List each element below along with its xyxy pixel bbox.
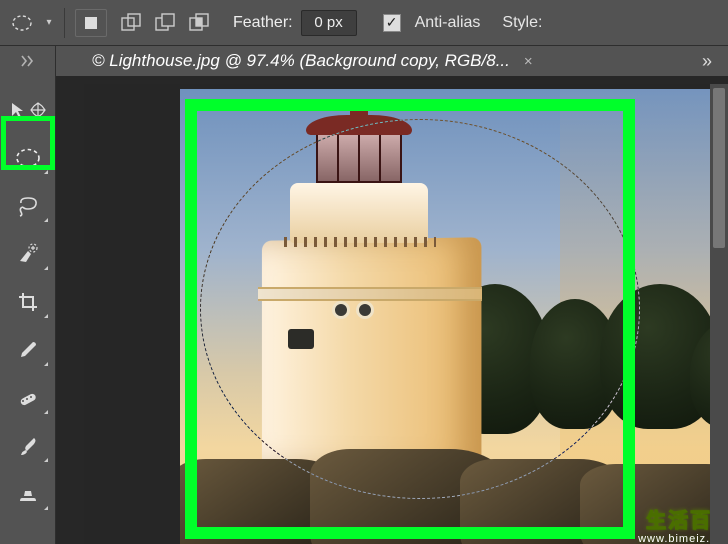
check-icon: ✓ <box>386 14 398 31</box>
watermark: 生活百科 www.bimeiz.com <box>638 504 718 544</box>
crop-tool-icon <box>17 291 39 313</box>
options-bar: ▾ Feather: ✓ Anti-alias <box>0 0 728 46</box>
document-tab[interactable]: © Lighthouse.jpg @ 97.4% (Background cop… <box>82 46 543 76</box>
toolbar-collapse-toggle[interactable] <box>0 46 56 76</box>
tool-preset-dropdown[interactable]: ▾ <box>44 17 54 28</box>
selection-mode-intersect[interactable] <box>187 11 211 35</box>
quick-selection-icon <box>16 242 40 266</box>
anti-alias-checkbox[interactable]: ✓ <box>383 14 401 32</box>
feather-label: Feather: <box>233 14 293 32</box>
brush-tool-icon <box>17 435 39 457</box>
double-chevron-right-icon <box>21 55 35 67</box>
lasso-tool[interactable] <box>4 186 52 226</box>
brush-tool[interactable] <box>4 426 52 466</box>
tab-overflow-button[interactable]: » <box>702 51 714 72</box>
document-title: © Lighthouse.jpg @ 97.4% (Background cop… <box>92 51 510 71</box>
selection-mode-new[interactable] <box>75 9 107 37</box>
watermark-url: www.bimeiz.com <box>638 533 718 544</box>
tool-row-move <box>4 90 52 130</box>
move-tool-icon <box>9 101 27 119</box>
vertical-scrollbar[interactable] <box>710 84 728 544</box>
lasso-tool-icon <box>16 195 40 217</box>
style-label: Style: <box>502 14 542 32</box>
tool-preset-picker[interactable] <box>8 9 36 37</box>
elliptical-marquee-icon <box>11 14 33 32</box>
eyedropper-tool-icon <box>17 339 39 361</box>
selection-add-icon <box>120 12 142 34</box>
move-tool[interactable] <box>8 97 28 123</box>
image-content: 生活百科 www.bimeiz.com <box>180 89 718 544</box>
watermark-title: 生活百科 <box>638 504 718 533</box>
selection-mode-group <box>119 11 211 35</box>
document-canvas[interactable]: 生活百科 www.bimeiz.com <box>84 84 718 544</box>
document-tab-bar: © Lighthouse.jpg @ 97.4% (Background cop… <box>0 46 728 76</box>
canvas-area: 生活百科 www.bimeiz.com <box>56 76 728 544</box>
clone-stamp-tool[interactable] <box>4 474 52 514</box>
healing-brush-icon <box>16 387 40 409</box>
tools-panel <box>0 76 56 544</box>
clone-stamp-icon <box>17 483 39 505</box>
anti-alias-label: Anti-alias <box>415 14 481 32</box>
artboard-tool-icon <box>29 101 47 119</box>
divider <box>64 8 65 38</box>
document-close-button[interactable]: × <box>524 53 533 70</box>
selection-new-icon <box>83 15 99 31</box>
selection-subtract-icon <box>154 12 176 34</box>
eyedropper-tool[interactable] <box>4 330 52 370</box>
elliptical-marquee-tool[interactable] <box>4 138 52 178</box>
selection-mode-subtract[interactable] <box>153 11 177 35</box>
scrollbar-thumb[interactable] <box>713 88 725 248</box>
selection-intersect-icon <box>188 12 210 34</box>
quick-selection-tool[interactable] <box>4 234 52 274</box>
elliptical-marquee-icon <box>15 147 41 169</box>
healing-brush-tool[interactable] <box>4 378 52 418</box>
feather-input[interactable] <box>301 10 357 36</box>
workspace: 生活百科 www.bimeiz.com <box>0 76 728 544</box>
selection-mode-add[interactable] <box>119 11 143 35</box>
crop-tool[interactable] <box>4 282 52 322</box>
artboard-tool[interactable] <box>28 97 48 123</box>
